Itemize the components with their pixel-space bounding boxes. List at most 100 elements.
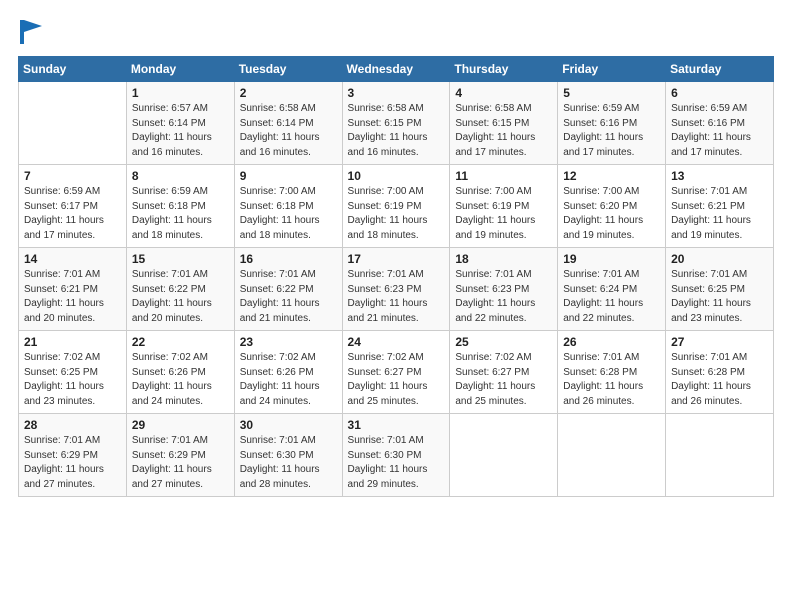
- calendar-cell: 19 Sunrise: 7:01 AM Sunset: 6:24 PM Dayli…: [558, 248, 666, 331]
- calendar-cell: 31Sunrise: 7:01 AM Sunset: 6:30 PM Dayli…: [342, 414, 450, 497]
- day-number: 6: [671, 86, 768, 100]
- day-number: 3: [348, 86, 445, 100]
- calendar-cell: 15 Sunrise: 7:01 AM Sunset: 6:22 PM Dayli…: [126, 248, 234, 331]
- day-info: Sunrise: 7:01 AM Sunset: 6:25 PM Dayligh…: [671, 268, 768, 326]
- day-info: Sunrise: 6:57 AM Sunset: 6:14 PM Dayligh…: [132, 102, 229, 160]
- day-info: Sunrise: 7:02 AM Sunset: 6:25 PM Dayligh…: [24, 351, 121, 409]
- day-info: Sunrise: 7:01 AM Sunset: 6:22 PM Dayligh…: [240, 268, 337, 326]
- day-number: 18: [455, 252, 552, 266]
- day-number: 24: [348, 335, 445, 349]
- calendar-cell: 5Sunrise: 6:59 AM Sunset: 6:16 PM Daylig…: [558, 82, 666, 165]
- calendar-cell: [19, 82, 127, 165]
- day-info: Sunrise: 7:01 AM Sunset: 6:30 PM Dayligh…: [348, 434, 445, 492]
- day-number: 4: [455, 86, 552, 100]
- day-number: 13: [671, 169, 768, 183]
- day-info: Sunrise: 7:02 AM Sunset: 6:26 PM Dayligh…: [132, 351, 229, 409]
- day-info: Sunrise: 7:00 AM Sunset: 6:18 PM Dayligh…: [240, 185, 337, 243]
- day-info: Sunrise: 7:01 AM Sunset: 6:24 PM Dayligh…: [563, 268, 660, 326]
- calendar-cell: [450, 414, 558, 497]
- calendar-cell: 2 Sunrise: 6:58 AM Sunset: 6:14 PM Daylig…: [234, 82, 342, 165]
- day-info: Sunrise: 7:02 AM Sunset: 6:27 PM Dayligh…: [348, 351, 445, 409]
- day-number: 16: [240, 252, 337, 266]
- day-info: Sunrise: 6:59 AM Sunset: 6:17 PM Dayligh…: [24, 185, 121, 243]
- calendar-cell: 10 Sunrise: 7:00 AM Sunset: 6:19 PM Dayli…: [342, 165, 450, 248]
- calendar-cell: 16 Sunrise: 7:01 AM Sunset: 6:22 PM Dayli…: [234, 248, 342, 331]
- day-number: 5: [563, 86, 660, 100]
- weekday-header: Wednesday: [342, 57, 450, 82]
- day-number: 26: [563, 335, 660, 349]
- day-number: 22: [132, 335, 229, 349]
- calendar-cell: 3 Sunrise: 6:58 AM Sunset: 6:15 PM Daylig…: [342, 82, 450, 165]
- day-info: Sunrise: 6:58 AM Sunset: 6:15 PM Dayligh…: [455, 102, 552, 160]
- day-info: Sunrise: 7:02 AM Sunset: 6:26 PM Dayligh…: [240, 351, 337, 409]
- calendar-cell: 28 Sunrise: 7:01 AM Sunset: 6:29 PM Dayli…: [19, 414, 127, 497]
- day-info: Sunrise: 7:01 AM Sunset: 6:28 PM Dayligh…: [563, 351, 660, 409]
- calendar-cell: 21Sunrise: 7:02 AM Sunset: 6:25 PM Dayli…: [19, 331, 127, 414]
- logo-icon: [18, 18, 46, 46]
- calendar-week-row: 21Sunrise: 7:02 AM Sunset: 6:25 PM Dayli…: [19, 331, 774, 414]
- day-number: 15: [132, 252, 229, 266]
- weekday-header: Thursday: [450, 57, 558, 82]
- logo: [18, 18, 50, 46]
- day-info: Sunrise: 6:58 AM Sunset: 6:14 PM Dayligh…: [240, 102, 337, 160]
- day-number: 25: [455, 335, 552, 349]
- day-number: 20: [671, 252, 768, 266]
- day-info: Sunrise: 6:58 AM Sunset: 6:15 PM Dayligh…: [348, 102, 445, 160]
- calendar-cell: 9 Sunrise: 7:00 AM Sunset: 6:18 PM Daylig…: [234, 165, 342, 248]
- calendar-cell: 17 Sunrise: 7:01 AM Sunset: 6:23 PM Dayli…: [342, 248, 450, 331]
- calendar-cell: 23Sunrise: 7:02 AM Sunset: 6:26 PM Dayli…: [234, 331, 342, 414]
- calendar-cell: 22 Sunrise: 7:02 AM Sunset: 6:26 PM Dayli…: [126, 331, 234, 414]
- day-info: Sunrise: 7:00 AM Sunset: 6:19 PM Dayligh…: [455, 185, 552, 243]
- calendar-week-row: 14 Sunrise: 7:01 AM Sunset: 6:21 PM Dayli…: [19, 248, 774, 331]
- day-number: 14: [24, 252, 121, 266]
- calendar-week-row: 1 Sunrise: 6:57 AM Sunset: 6:14 PM Daylig…: [19, 82, 774, 165]
- day-info: Sunrise: 7:01 AM Sunset: 6:23 PM Dayligh…: [455, 268, 552, 326]
- day-info: Sunrise: 7:00 AM Sunset: 6:19 PM Dayligh…: [348, 185, 445, 243]
- weekday-header: Sunday: [19, 57, 127, 82]
- day-number: 19: [563, 252, 660, 266]
- day-info: Sunrise: 7:01 AM Sunset: 6:29 PM Dayligh…: [24, 434, 121, 492]
- day-number: 17: [348, 252, 445, 266]
- calendar-week-row: 7Sunrise: 6:59 AM Sunset: 6:17 PM Daylig…: [19, 165, 774, 248]
- calendar-cell: 6 Sunrise: 6:59 AM Sunset: 6:16 PM Daylig…: [666, 82, 774, 165]
- day-number: 28: [24, 418, 121, 432]
- calendar-cell: 14 Sunrise: 7:01 AM Sunset: 6:21 PM Dayli…: [19, 248, 127, 331]
- calendar-cell: 4 Sunrise: 6:58 AM Sunset: 6:15 PM Daylig…: [450, 82, 558, 165]
- day-info: Sunrise: 7:01 AM Sunset: 6:23 PM Dayligh…: [348, 268, 445, 326]
- calendar-cell: 30 Sunrise: 7:01 AM Sunset: 6:30 PM Dayli…: [234, 414, 342, 497]
- day-info: Sunrise: 6:59 AM Sunset: 6:18 PM Dayligh…: [132, 185, 229, 243]
- calendar-cell: 18 Sunrise: 7:01 AM Sunset: 6:23 PM Dayli…: [450, 248, 558, 331]
- calendar-cell: [558, 414, 666, 497]
- calendar-cell: 1 Sunrise: 6:57 AM Sunset: 6:14 PM Daylig…: [126, 82, 234, 165]
- weekday-header-row: SundayMondayTuesdayWednesdayThursdayFrid…: [19, 57, 774, 82]
- calendar-cell: 27Sunrise: 7:01 AM Sunset: 6:28 PM Dayli…: [666, 331, 774, 414]
- day-number: 29: [132, 418, 229, 432]
- calendar-table: SundayMondayTuesdayWednesdayThursdayFrid…: [18, 56, 774, 497]
- day-number: 1: [132, 86, 229, 100]
- day-number: 2: [240, 86, 337, 100]
- day-info: Sunrise: 7:01 AM Sunset: 6:22 PM Dayligh…: [132, 268, 229, 326]
- weekday-header: Monday: [126, 57, 234, 82]
- day-info: Sunrise: 7:01 AM Sunset: 6:29 PM Dayligh…: [132, 434, 229, 492]
- calendar-cell: 11 Sunrise: 7:00 AM Sunset: 6:19 PM Dayli…: [450, 165, 558, 248]
- day-number: 27: [671, 335, 768, 349]
- day-info: Sunrise: 6:59 AM Sunset: 6:16 PM Dayligh…: [671, 102, 768, 160]
- day-number: 8: [132, 169, 229, 183]
- calendar-cell: 12Sunrise: 7:00 AM Sunset: 6:20 PM Dayli…: [558, 165, 666, 248]
- day-info: Sunrise: 7:01 AM Sunset: 6:30 PM Dayligh…: [240, 434, 337, 492]
- weekday-header: Tuesday: [234, 57, 342, 82]
- day-info: Sunrise: 7:01 AM Sunset: 6:21 PM Dayligh…: [24, 268, 121, 326]
- weekday-header: Saturday: [666, 57, 774, 82]
- calendar-cell: 29 Sunrise: 7:01 AM Sunset: 6:29 PM Dayli…: [126, 414, 234, 497]
- day-number: 10: [348, 169, 445, 183]
- day-number: 11: [455, 169, 552, 183]
- day-info: Sunrise: 7:00 AM Sunset: 6:20 PM Dayligh…: [563, 185, 660, 243]
- calendar-cell: 26 Sunrise: 7:01 AM Sunset: 6:28 PM Dayli…: [558, 331, 666, 414]
- calendar-cell: 7Sunrise: 6:59 AM Sunset: 6:17 PM Daylig…: [19, 165, 127, 248]
- day-info: Sunrise: 7:01 AM Sunset: 6:21 PM Dayligh…: [671, 185, 768, 243]
- weekday-header: Friday: [558, 57, 666, 82]
- calendar-week-row: 28 Sunrise: 7:01 AM Sunset: 6:29 PM Dayli…: [19, 414, 774, 497]
- calendar-cell: 13 Sunrise: 7:01 AM Sunset: 6:21 PM Dayli…: [666, 165, 774, 248]
- day-number: 30: [240, 418, 337, 432]
- day-number: 9: [240, 169, 337, 183]
